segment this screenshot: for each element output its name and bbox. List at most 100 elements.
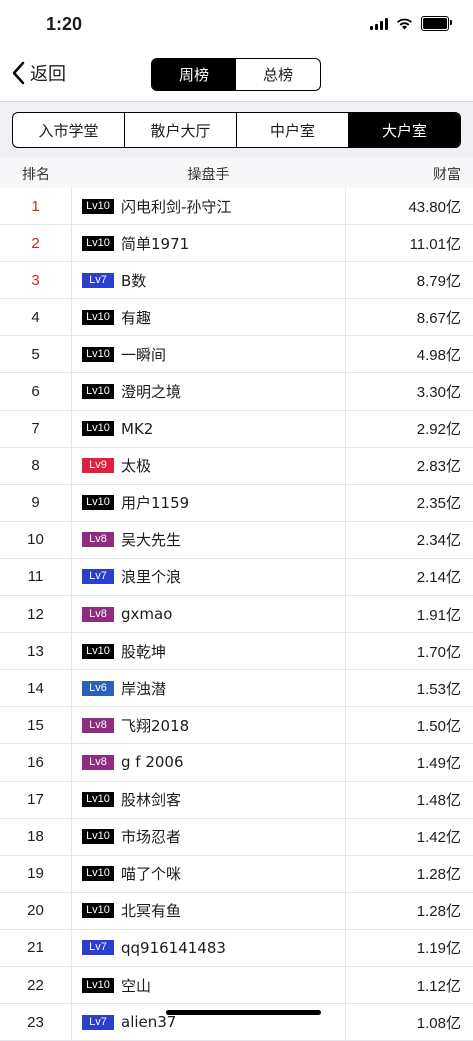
- trader-name: 一瞬间: [121, 345, 167, 364]
- wealth-cell: 1.28亿: [416, 903, 461, 921]
- level-badge: Lv7: [82, 569, 114, 585]
- wealth-cell: 2.14亿: [416, 569, 461, 587]
- table-row[interactable]: 19 Lv10 喵了个咪 1.28亿: [0, 855, 473, 893]
- table-row[interactable]: 20 Lv10 北冥有鱼 1.28亿: [0, 892, 473, 930]
- trader-name: qq916141483: [121, 938, 226, 957]
- table-row[interactable]: 7 Lv10 MK2 2.92亿: [0, 410, 473, 448]
- trader-name: gxmao: [121, 605, 173, 624]
- tab-category-retail-hall[interactable]: 散户大厅: [124, 113, 236, 147]
- trader-cell: Lv7 浪里个浪: [72, 558, 346, 596]
- trader-name: 股乾坤: [121, 642, 167, 661]
- trader-cell: Lv8 gxmao: [72, 596, 346, 633]
- table-row[interactable]: 13 Lv10 股乾坤 1.70亿: [0, 633, 473, 671]
- level-badge: Lv7: [82, 940, 114, 956]
- trader-name: 北冥有鱼: [121, 902, 182, 921]
- table-row[interactable]: 21 Lv7 qq916141483 1.19亿: [0, 929, 473, 967]
- table-row[interactable]: 22 Lv10 空山 1.12亿: [0, 966, 473, 1005]
- wealth-cell: 1.49亿: [416, 754, 461, 772]
- wealth-cell: 2.34亿: [416, 532, 461, 550]
- tab-overall[interactable]: 总榜: [236, 59, 320, 90]
- wealth-cell: 1.50亿: [416, 717, 461, 735]
- wealth-cell: 8.67亿: [416, 309, 461, 327]
- table-row[interactable]: 18 Lv10 市场忍者 1.42亿: [0, 818, 473, 856]
- trader-cell: Lv7 B数: [72, 262, 346, 299]
- level-badge: Lv10: [82, 235, 114, 251]
- trader-cell: Lv7 qq916141483: [72, 929, 346, 966]
- navigation-bar: 返回 周榜 总榜: [0, 50, 473, 100]
- rank-cell: 2: [0, 225, 72, 262]
- table-row[interactable]: 8 Lv9 太极 2.83亿: [0, 447, 473, 485]
- trader-cell: Lv10 简单1971: [72, 225, 346, 262]
- level-badge: Lv10: [82, 829, 114, 845]
- wealth-cell: 1.28亿: [416, 866, 461, 884]
- level-badge: Lv10: [82, 977, 114, 993]
- level-badge: Lv8: [82, 754, 114, 770]
- trader-name: 市场忍者: [121, 828, 182, 847]
- table-row[interactable]: 6 Lv10 澄明之境 3.30亿: [0, 373, 473, 411]
- wealth-cell: 1.08亿: [416, 1014, 461, 1032]
- rank-cell: 14: [0, 670, 72, 707]
- table-row[interactable]: 3 Lv7 B数 8.79亿: [0, 262, 473, 300]
- wealth-cell: 11.01亿: [409, 235, 461, 253]
- tab-category-big-room[interactable]: 大户室: [348, 113, 460, 147]
- trader-cell: Lv10 空山: [72, 966, 346, 1004]
- table-row[interactable]: 9 Lv10 用户1159 2.35亿: [0, 484, 473, 522]
- wealth-cell: 1.91亿: [416, 606, 461, 624]
- table-row[interactable]: 1 Lv10 闪电利剑-孙守江 43.80亿: [0, 188, 473, 226]
- rank-cell: 23: [0, 1004, 72, 1041]
- level-badge: Lv8: [82, 717, 114, 733]
- chevron-left-icon: [12, 61, 25, 85]
- trader-name: B数: [121, 271, 147, 290]
- trader-cell: Lv10 股乾坤: [72, 633, 346, 670]
- table-row[interactable]: 11 Lv7 浪里个浪 2.14亿: [0, 558, 473, 597]
- level-badge: Lv9: [82, 458, 114, 474]
- trader-name: 喵了个咪: [121, 865, 182, 884]
- wealth-cell: 1.12亿: [416, 977, 461, 995]
- trader-name: MK2: [121, 419, 154, 438]
- trader-name: 用户1159: [121, 494, 190, 513]
- wifi-icon: [397, 18, 412, 29]
- tab-weekly[interactable]: 周榜: [152, 59, 236, 90]
- wealth-cell: 2.83亿: [416, 458, 461, 476]
- wealth-cell: 3.30亿: [416, 384, 461, 402]
- wealth-cell: 2.35亿: [416, 495, 461, 513]
- level-badge: Lv6: [82, 680, 114, 696]
- trader-cell: Lv8 g f 2006: [72, 744, 346, 781]
- table-header: 排名 操盘手 财富: [0, 158, 473, 188]
- trader-name: 澄明之境: [121, 383, 182, 402]
- wealth-cell: 1.48亿: [416, 792, 461, 810]
- level-badge: Lv8: [82, 532, 114, 548]
- rank-cell: 20: [0, 892, 72, 929]
- table-row[interactable]: 4 Lv10 有趣 8.67亿: [0, 299, 473, 337]
- trader-name: 浪里个浪: [121, 568, 182, 587]
- header-wealth: 财富: [433, 167, 461, 183]
- table-row[interactable]: 14 Lv6 岸浊潜 1.53亿: [0, 670, 473, 708]
- back-button[interactable]: 返回: [12, 60, 66, 86]
- table-row[interactable]: 16 Lv8 g f 2006 1.49亿: [0, 744, 473, 782]
- trader-cell: Lv10 一瞬间: [72, 336, 346, 373]
- table-row[interactable]: 10 Lv8 吴大先生 2.34亿: [0, 521, 473, 559]
- category-segmented-control: 入市学堂 散户大厅 中户室 大户室: [12, 112, 461, 148]
- wealth-cell: 1.70亿: [416, 643, 461, 661]
- table-row[interactable]: 2 Lv10 简单1971 11.01亿: [0, 225, 473, 263]
- trader-cell: Lv6 岸浊潜: [72, 670, 346, 707]
- table-row[interactable]: 5 Lv10 一瞬间 4.98亿: [0, 336, 473, 374]
- trader-cell: Lv10 喵了个咪: [72, 855, 346, 892]
- level-badge: Lv10: [82, 643, 114, 659]
- trader-cell: Lv10 澄明之境: [72, 373, 346, 410]
- level-badge: Lv10: [82, 346, 114, 362]
- rank-cell: 16: [0, 744, 72, 781]
- table-row[interactable]: 12 Lv8 gxmao 1.91亿: [0, 596, 473, 634]
- wealth-cell: 8.79亿: [416, 272, 461, 290]
- tab-category-school[interactable]: 入市学堂: [13, 113, 124, 147]
- table-row[interactable]: 17 Lv10 股林剑客 1.48亿: [0, 781, 473, 819]
- level-badge: Lv7: [82, 1014, 114, 1030]
- table-row[interactable]: 15 Lv8 飞翔2018 1.50亿: [0, 707, 473, 745]
- system-icons: [370, 16, 452, 31]
- tab-category-mid-room[interactable]: 中户室: [236, 113, 348, 147]
- rank-cell: 4: [0, 299, 72, 336]
- status-bar: 1:20: [0, 0, 473, 48]
- trader-name: 简单1971: [121, 234, 190, 253]
- header-trader: 操盘手: [187, 167, 230, 183]
- trader-cell: Lv9 太极: [72, 447, 346, 484]
